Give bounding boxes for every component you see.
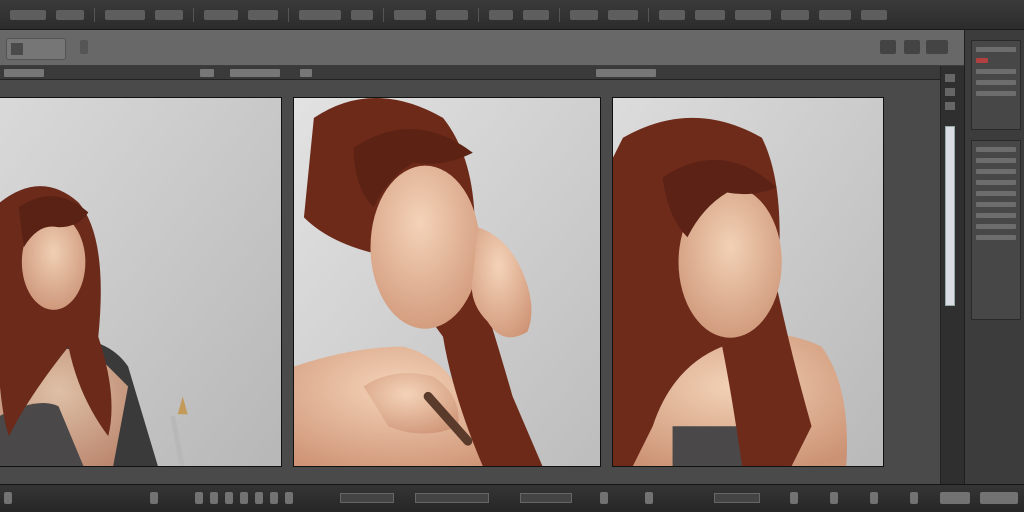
menu-item[interactable]	[351, 9, 373, 20]
panel-icon[interactable]	[945, 102, 955, 110]
vertical-scrollbar[interactable]	[940, 66, 964, 484]
timeline-control[interactable]	[790, 492, 798, 504]
panel-row[interactable]	[976, 158, 1016, 163]
menu-item[interactable]	[299, 9, 341, 20]
menu-item[interactable]	[10, 9, 46, 20]
portrait-image	[294, 98, 600, 466]
timeline-field[interactable]	[714, 493, 760, 503]
panel-row[interactable]	[976, 147, 1016, 152]
tool-preset-picker[interactable]	[6, 38, 66, 60]
workspace-switcher[interactable]	[926, 40, 948, 54]
properties-panel[interactable]	[971, 140, 1021, 320]
menu-item[interactable]	[695, 9, 725, 20]
panel-row[interactable]	[976, 213, 1016, 218]
canvas-area	[0, 80, 940, 484]
menu-item[interactable]	[204, 9, 238, 20]
image-frame-2[interactable]	[293, 97, 601, 467]
image-frame-3[interactable]	[612, 97, 884, 467]
timeline-control[interactable]	[910, 492, 918, 504]
scrollbar-thumb[interactable]	[945, 126, 955, 306]
document-tab-bar	[0, 66, 940, 80]
timeline-control[interactable]	[270, 492, 278, 504]
panel-icon[interactable]	[945, 74, 955, 82]
timeline-control[interactable]	[830, 492, 838, 504]
timeline-control[interactable]	[600, 492, 608, 504]
timeline-control[interactable]	[255, 492, 263, 504]
panel-row[interactable]	[976, 191, 1016, 196]
panel-row[interactable]	[976, 69, 1016, 74]
timeline-control[interactable]	[870, 492, 878, 504]
timeline-control[interactable]	[150, 492, 158, 504]
panel-row[interactable]	[976, 91, 1016, 96]
option-control[interactable]	[880, 40, 896, 54]
menu-item[interactable]	[735, 9, 771, 20]
photo-editor-window	[0, 0, 1024, 512]
document-tab[interactable]	[230, 69, 280, 77]
document-tab[interactable]	[300, 69, 312, 77]
panel-row[interactable]	[976, 224, 1016, 229]
timeline-control[interactable]	[980, 492, 1018, 504]
document-tab[interactable]	[596, 69, 656, 77]
panel-row[interactable]	[976, 80, 1016, 85]
image-frame-1[interactable]	[0, 97, 282, 467]
options-bar	[0, 30, 964, 66]
menu-item[interactable]	[819, 9, 851, 20]
panel-icon[interactable]	[945, 88, 955, 96]
menu-item[interactable]	[659, 9, 685, 20]
menu-item[interactable]	[248, 9, 278, 20]
tool-icon	[11, 43, 23, 55]
menu-item[interactable]	[523, 9, 549, 20]
menu-separator	[94, 7, 95, 22]
menu-separator	[193, 7, 194, 22]
right-panel-dock	[964, 30, 1024, 484]
menu-separator	[478, 7, 479, 22]
portrait-image	[613, 98, 883, 466]
timeline-control[interactable]	[645, 492, 653, 504]
document-tab[interactable]	[200, 69, 214, 77]
panel-row[interactable]	[976, 180, 1016, 185]
menu-item[interactable]	[608, 9, 638, 20]
menu-bar	[0, 0, 1024, 30]
menu-item[interactable]	[155, 9, 183, 20]
timeline-bar	[0, 484, 1024, 512]
menu-item[interactable]	[394, 9, 426, 20]
timeline-control[interactable]	[240, 492, 248, 504]
option-control[interactable]	[80, 40, 88, 54]
timeline-control[interactable]	[225, 492, 233, 504]
timeline-control[interactable]	[210, 492, 218, 504]
portrait-image	[0, 98, 281, 466]
timeline-control[interactable]	[4, 492, 12, 504]
menu-separator	[648, 7, 649, 22]
timeline-field[interactable]	[340, 493, 394, 503]
option-control[interactable]	[904, 40, 920, 54]
menu-separator	[288, 7, 289, 22]
menu-item[interactable]	[105, 9, 145, 20]
timeline-control[interactable]	[940, 492, 970, 504]
menu-item[interactable]	[489, 9, 513, 20]
panel-row[interactable]	[976, 202, 1016, 207]
menu-item[interactable]	[56, 9, 84, 20]
menu-item[interactable]	[570, 9, 598, 20]
timeline-field[interactable]	[415, 493, 489, 503]
menu-item[interactable]	[436, 9, 468, 20]
menu-separator	[383, 7, 384, 22]
timeline-field[interactable]	[520, 493, 572, 503]
timeline-control[interactable]	[285, 492, 293, 504]
panel-row[interactable]	[976, 47, 1016, 52]
menu-item[interactable]	[781, 9, 809, 20]
menu-separator	[559, 7, 560, 22]
panel-row[interactable]	[976, 169, 1016, 174]
timeline-control[interactable]	[195, 492, 203, 504]
document-tab[interactable]	[4, 69, 44, 77]
panel-row[interactable]	[976, 235, 1016, 240]
panel-row-highlight[interactable]	[976, 58, 988, 63]
menu-item[interactable]	[861, 9, 887, 20]
layers-panel[interactable]	[971, 40, 1021, 130]
